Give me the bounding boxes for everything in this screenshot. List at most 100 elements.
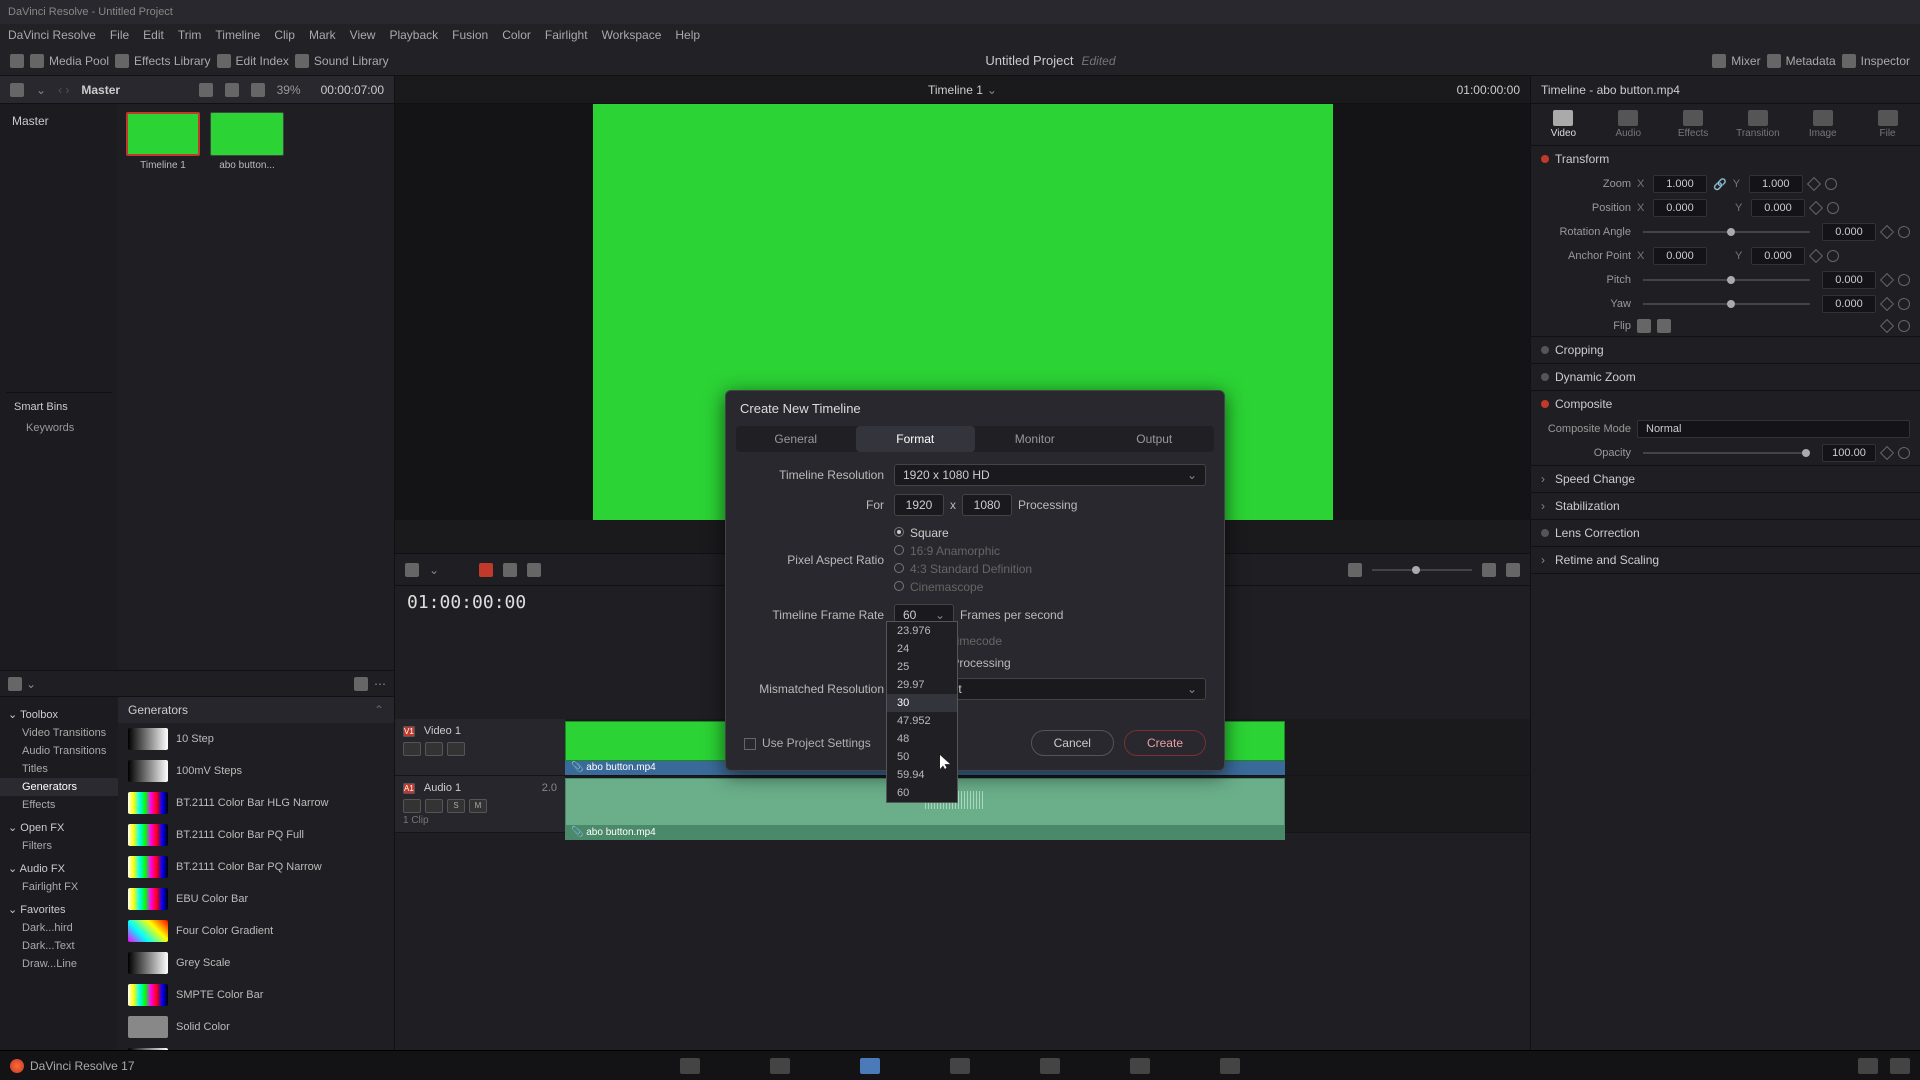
menu-item[interactable]: Edit <box>143 28 164 42</box>
bin-path[interactable]: Master <box>81 83 120 97</box>
fx-item[interactable]: Grey Scale <box>118 947 394 979</box>
fx-tree-node[interactable]: Dark...hird <box>0 919 118 937</box>
menu-item[interactable]: Fairlight <box>545 28 588 42</box>
menu-item[interactable]: Mark <box>309 28 336 42</box>
menu-item[interactable]: Workspace <box>602 28 662 42</box>
fx-tree-node[interactable]: ⌄ Toolbox <box>0 705 118 724</box>
cancel-button[interactable]: Cancel <box>1031 730 1114 756</box>
fx-tree-node[interactable]: Filters <box>0 837 118 855</box>
fx-item[interactable]: Solid Color <box>118 1011 394 1043</box>
fx-tree-node[interactable]: Draw...Line <box>0 955 118 973</box>
opacity-field[interactable]: 100.00 <box>1822 444 1876 462</box>
reset-icon[interactable] <box>1827 202 1839 214</box>
settings-icon[interactable] <box>1890 1058 1910 1074</box>
fx-item[interactable]: BT.2111 Color Bar HLG Narrow <box>118 787 394 819</box>
fx-tree-node[interactable]: ⌄ Open FX <box>0 818 118 837</box>
menu-item[interactable]: Help <box>675 28 700 42</box>
view-grid-icon[interactable] <box>199 83 213 97</box>
media-pool-button[interactable]: Media Pool <box>30 54 109 68</box>
fx-tree-node[interactable]: Effects <box>0 796 118 814</box>
fx-item[interactable]: EBU Color Bar <box>118 883 394 915</box>
fx-tree-node[interactable]: Audio Transitions <box>0 742 118 760</box>
flip-h-icon[interactable] <box>1637 319 1651 333</box>
fx-tree-node[interactable]: Fairlight FX <box>0 878 118 896</box>
opacity-slider[interactable] <box>1643 452 1810 454</box>
anchor-x-field[interactable]: 0.000 <box>1653 247 1707 265</box>
smartbin-keywords[interactable]: Keywords <box>14 419 104 437</box>
framerate-option[interactable]: 30 <box>887 694 957 712</box>
reset-icon[interactable] <box>1898 226 1910 238</box>
keyframe-icon[interactable] <box>1880 446 1894 460</box>
zoom-out-icon[interactable] <box>1348 563 1362 577</box>
framerate-option[interactable]: 48 <box>887 730 957 748</box>
fx-item[interactable]: Four Color Gradient <box>118 915 394 947</box>
pitch-slider[interactable] <box>1643 279 1810 281</box>
reset-icon[interactable] <box>1827 250 1839 262</box>
inspector-tab[interactable]: Image <box>1799 110 1847 139</box>
pointer-tool-icon[interactable] <box>479 563 493 577</box>
dialog-tab[interactable]: Monitor <box>975 426 1095 452</box>
fx-tree-node[interactable]: Titles <box>0 760 118 778</box>
section-retime[interactable]: ›Retime and Scaling <box>1531 547 1920 573</box>
fx-item[interactable]: BT.2111 Color Bar PQ Full <box>118 819 394 851</box>
mute-button[interactable]: M <box>469 799 487 813</box>
clip-thumb[interactable]: Timeline 1 <box>126 112 200 171</box>
framerate-option[interactable]: 50 <box>887 748 957 766</box>
framerate-option[interactable]: 25 <box>887 658 957 676</box>
par-radio[interactable]: Cinemascope <box>894 578 1206 596</box>
fusion-page-icon[interactable] <box>950 1058 970 1074</box>
par-radio[interactable]: Square <box>894 524 1206 542</box>
section-cropping[interactable]: Cropping <box>1531 337 1920 363</box>
reset-icon[interactable] <box>1898 320 1910 332</box>
layout-icon[interactable] <box>10 54 24 68</box>
fx-item[interactable]: 10 Step <box>118 723 394 755</box>
fx-item[interactable]: 100mV Steps <box>118 755 394 787</box>
section-transform[interactable]: Transform <box>1531 146 1920 172</box>
rotation-slider[interactable] <box>1643 231 1810 233</box>
disable-icon[interactable] <box>447 742 465 756</box>
dialog-tab[interactable]: Output <box>1095 426 1215 452</box>
track-id[interactable]: V1 <box>403 726 415 737</box>
fx-tree-node[interactable]: Video Transitions <box>0 724 118 742</box>
fx-tree-node[interactable]: Generators <box>0 778 118 796</box>
resolution-select[interactable]: 1920 x 1080 HD <box>894 464 1206 486</box>
edit-page-icon[interactable] <box>860 1058 880 1074</box>
inspector-tab[interactable]: File <box>1864 110 1912 139</box>
reset-icon[interactable] <box>1825 178 1837 190</box>
framerate-option[interactable]: 59.94 <box>887 766 957 784</box>
clip-thumb[interactable]: abo button... <box>210 112 284 171</box>
blade-tool-icon[interactable] <box>527 563 541 577</box>
keyframe-icon[interactable] <box>1880 297 1894 311</box>
metadata-button[interactable]: Metadata <box>1767 54 1836 68</box>
inspector-tab[interactable]: Audio <box>1604 110 1652 139</box>
layout-toggle-icon[interactable] <box>10 83 24 97</box>
pos-y-field[interactable]: 0.000 <box>1751 199 1805 217</box>
section-stabilization[interactable]: ›Stabilization <box>1531 493 1920 519</box>
yaw-slider[interactable] <box>1643 303 1810 305</box>
auto-select-icon[interactable] <box>425 742 443 756</box>
width-field[interactable]: 1920 <box>894 494 944 516</box>
framerate-option[interactable]: 23.976 <box>887 622 957 640</box>
search-icon[interactable] <box>354 677 368 691</box>
home-icon[interactable] <box>1858 1058 1878 1074</box>
bin-master[interactable]: Master <box>6 110 112 132</box>
edit-index-button[interactable]: Edit Index <box>217 54 289 68</box>
menu-item[interactable]: Playback <box>389 28 438 42</box>
inspector-tab[interactable]: Effects <box>1669 110 1717 139</box>
viewer-timeline-name[interactable]: Timeline 1 <box>928 83 983 97</box>
par-radio[interactable]: 16:9 Anamorphic <box>894 542 1206 560</box>
arm-icon[interactable] <box>425 799 443 813</box>
volume-icon[interactable] <box>1506 563 1520 577</box>
deliver-page-icon[interactable] <box>1220 1058 1240 1074</box>
zoom-x-field[interactable]: 1.000 <box>1653 175 1707 193</box>
framerate-option[interactable]: 60 <box>887 784 957 802</box>
fx-item[interactable]: SMPTE Color Bar <box>118 979 394 1011</box>
reset-icon[interactable] <box>1898 298 1910 310</box>
mixer-button[interactable]: Mixer <box>1712 54 1760 68</box>
sound-library-button[interactable]: Sound Library <box>295 54 389 68</box>
dialog-tab[interactable]: General <box>736 426 856 452</box>
keyframe-icon[interactable] <box>1809 249 1823 263</box>
dialog-tab[interactable]: Format <box>856 426 976 452</box>
composite-mode-select[interactable]: Normal <box>1637 420 1910 438</box>
framerate-option[interactable]: 24 <box>887 640 957 658</box>
